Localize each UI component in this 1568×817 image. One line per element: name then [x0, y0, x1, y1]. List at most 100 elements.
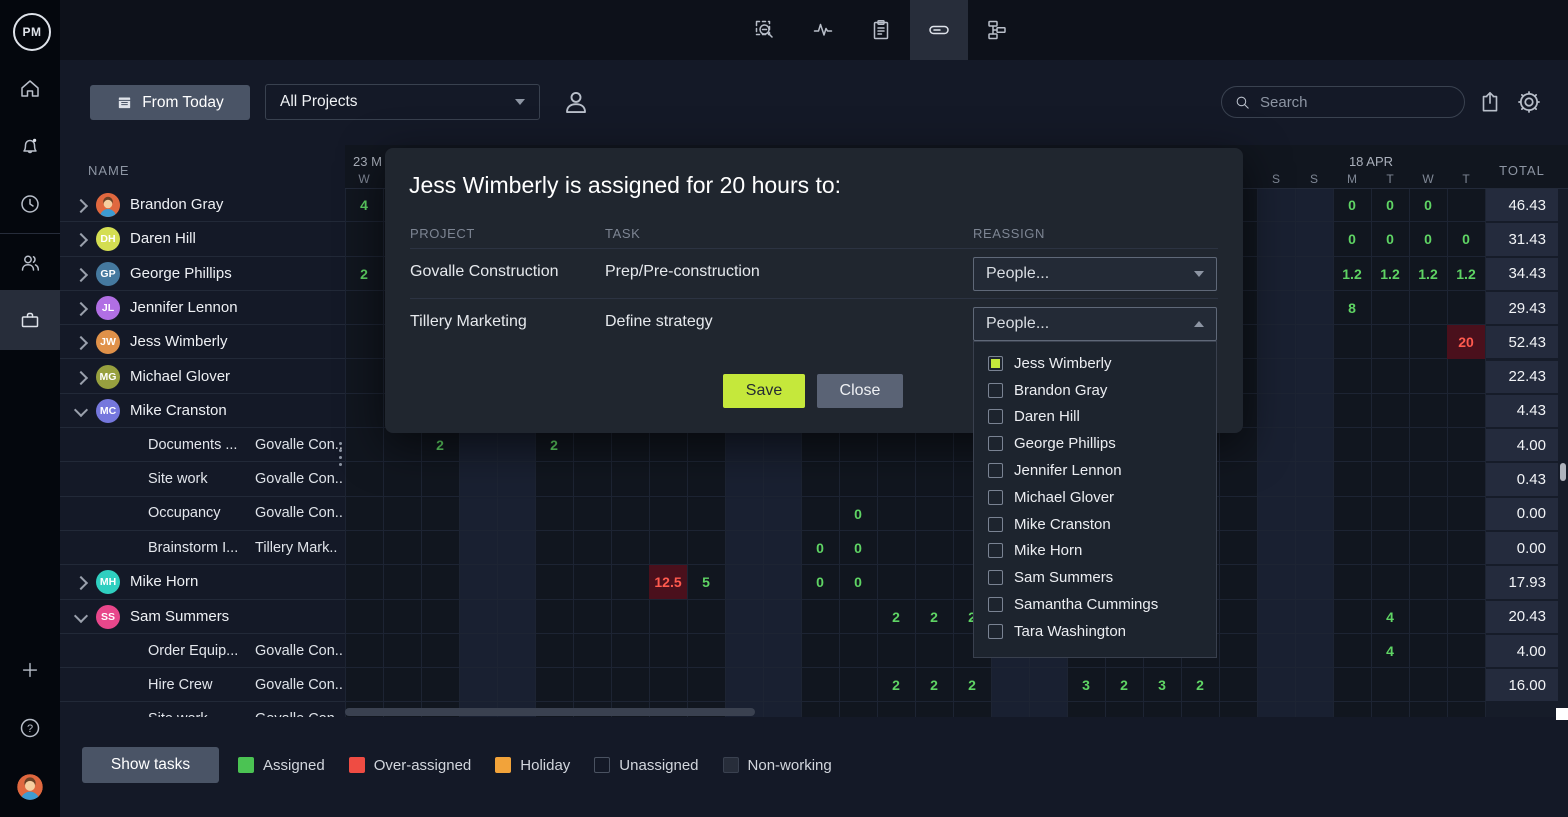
checkbox[interactable]: [988, 624, 1003, 639]
allocation-cell[interactable]: 2: [877, 600, 915, 634]
task-row[interactable]: Documents ...Govalle Con..: [60, 428, 345, 462]
vertical-scrollbar[interactable]: [1560, 463, 1566, 481]
task-row[interactable]: Site workGovalle Con: [60, 703, 345, 718]
tab-workload[interactable]: [910, 0, 968, 60]
chevron-right-icon[interactable]: [74, 370, 88, 384]
allocation-cell[interactable]: 12.5: [649, 565, 687, 599]
allocation-cell[interactable]: 2: [1105, 668, 1143, 702]
person-row[interactable]: GPGeorge Phillips: [60, 257, 345, 291]
chevron-right-icon[interactable]: [74, 336, 88, 350]
settings-gear-icon[interactable]: [1511, 84, 1547, 120]
checkbox-checked[interactable]: [988, 356, 1003, 371]
allocation-cell[interactable]: 20: [1447, 325, 1485, 359]
chevron-right-icon[interactable]: [74, 576, 88, 590]
person-row[interactable]: MGMichael Glover: [60, 360, 345, 394]
allocation-cell[interactable]: 2: [1181, 668, 1219, 702]
allocation-cell[interactable]: 2: [915, 668, 953, 702]
chevron-right-icon[interactable]: [74, 268, 88, 282]
checkbox[interactable]: [988, 543, 1003, 558]
task-row[interactable]: OccupancyGovalle Con..: [60, 497, 345, 531]
allocation-cell[interactable]: 5: [687, 565, 725, 599]
people-option[interactable]: Michael Glover: [974, 484, 1216, 511]
allocation-cell[interactable]: 0: [801, 531, 839, 565]
allocation-cell[interactable]: 0: [1371, 222, 1409, 256]
tab-zoom-select[interactable]: [736, 0, 794, 60]
allocation-cell[interactable]: 2: [877, 668, 915, 702]
checkbox[interactable]: [988, 463, 1003, 478]
chevron-right-icon[interactable]: [74, 302, 88, 316]
tab-sitemap[interactable]: [968, 0, 1026, 60]
search-input[interactable]: [1258, 93, 1432, 112]
allocation-cell[interactable]: 8: [1333, 291, 1371, 325]
chevron-down-icon[interactable]: [74, 609, 88, 623]
allocation-cell[interactable]: 1.2: [1371, 257, 1409, 291]
person-row[interactable]: JWJess Wimberly: [60, 325, 345, 359]
people-option[interactable]: Mike Horn: [974, 538, 1216, 565]
allocation-cell[interactable]: 0: [839, 531, 877, 565]
allocation-cell[interactable]: 2: [953, 668, 991, 702]
person-row[interactable]: MHMike Horn: [60, 565, 345, 599]
person-row[interactable]: MCMike Cranston: [60, 394, 345, 428]
allocation-cell[interactable]: 2: [421, 428, 459, 462]
chevron-right-icon[interactable]: [74, 233, 88, 247]
allocation-cell[interactable]: 1.2: [1409, 257, 1447, 291]
allocation-cell[interactable]: 0: [1409, 222, 1447, 256]
checkbox[interactable]: [988, 383, 1003, 398]
people-option[interactable]: Samantha Cummings: [974, 591, 1216, 618]
people-option[interactable]: Brandon Gray: [974, 377, 1216, 404]
save-button[interactable]: Save: [723, 374, 805, 408]
allocation-cell[interactable]: 3: [1143, 668, 1181, 702]
people-option[interactable]: Sam Summers: [974, 564, 1216, 591]
search-box[interactable]: [1221, 86, 1465, 118]
allocation-cell[interactable]: 2: [535, 428, 573, 462]
allocation-cell[interactable]: 3: [1067, 668, 1105, 702]
allocation-cell[interactable]: 0: [1447, 222, 1485, 256]
assignee-filter-icon[interactable]: [558, 84, 594, 120]
clock-icon[interactable]: [0, 174, 60, 234]
allocation-cell[interactable]: 2: [345, 257, 383, 291]
horizontal-scrollbar[interactable]: [345, 708, 755, 716]
tab-activity[interactable]: [794, 0, 852, 60]
checkbox[interactable]: [988, 436, 1003, 451]
export-icon[interactable]: [1472, 84, 1508, 120]
person-row[interactable]: DHDaren Hill: [60, 222, 345, 256]
checkbox[interactable]: [988, 597, 1003, 612]
task-row[interactable]: Hire CrewGovalle Con..: [60, 668, 345, 702]
allocation-cell[interactable]: 0: [1333, 222, 1371, 256]
notifications-bell-icon[interactable]: [0, 116, 60, 176]
people-option[interactable]: George Phillips: [974, 430, 1216, 457]
allocation-cell[interactable]: 0: [839, 497, 877, 531]
allocation-cell[interactable]: 1.2: [1333, 257, 1371, 291]
person-row[interactable]: Brandon Gray: [60, 188, 345, 222]
checkbox[interactable]: [988, 517, 1003, 532]
plus-icon[interactable]: [0, 640, 60, 700]
checkbox[interactable]: [988, 490, 1003, 505]
allocation-cell[interactable]: 0: [1371, 188, 1409, 222]
show-tasks-button[interactable]: Show tasks: [82, 747, 219, 783]
allocation-cell[interactable]: 2: [915, 600, 953, 634]
allocation-cell[interactable]: 1.2: [1447, 257, 1485, 291]
task-row[interactable]: Brainstorm I...Tillery Mark..: [60, 531, 345, 565]
person-row[interactable]: SSSam Summers: [60, 600, 345, 634]
allocation-cell[interactable]: 0: [801, 565, 839, 599]
allocation-cell[interactable]: 4: [1371, 600, 1409, 634]
panel-resize-handle[interactable]: [339, 442, 343, 470]
user-avatar[interactable]: [0, 757, 60, 817]
reassign-select-closed[interactable]: People...: [973, 257, 1217, 291]
people-option[interactable]: Tara Washington: [974, 618, 1216, 645]
project-filter-select[interactable]: All Projects: [265, 84, 540, 120]
help-icon[interactable]: ?: [0, 698, 60, 758]
checkbox[interactable]: [988, 409, 1003, 424]
chevron-right-icon[interactable]: [74, 199, 88, 213]
people-option[interactable]: Jess Wimberly: [974, 350, 1216, 377]
checkbox[interactable]: [988, 570, 1003, 585]
reassign-select-open[interactable]: People...: [973, 307, 1217, 341]
from-today-button[interactable]: From Today: [90, 85, 250, 120]
person-row[interactable]: JLJennifer Lennon: [60, 291, 345, 325]
people-option[interactable]: Mike Cranston: [974, 511, 1216, 538]
task-row[interactable]: Site workGovalle Con..: [60, 462, 345, 496]
people-icon[interactable]: [0, 233, 60, 293]
allocation-cell[interactable]: 4: [345, 188, 383, 222]
allocation-cell[interactable]: 4: [1371, 634, 1409, 668]
allocation-cell[interactable]: 0: [1333, 188, 1371, 222]
